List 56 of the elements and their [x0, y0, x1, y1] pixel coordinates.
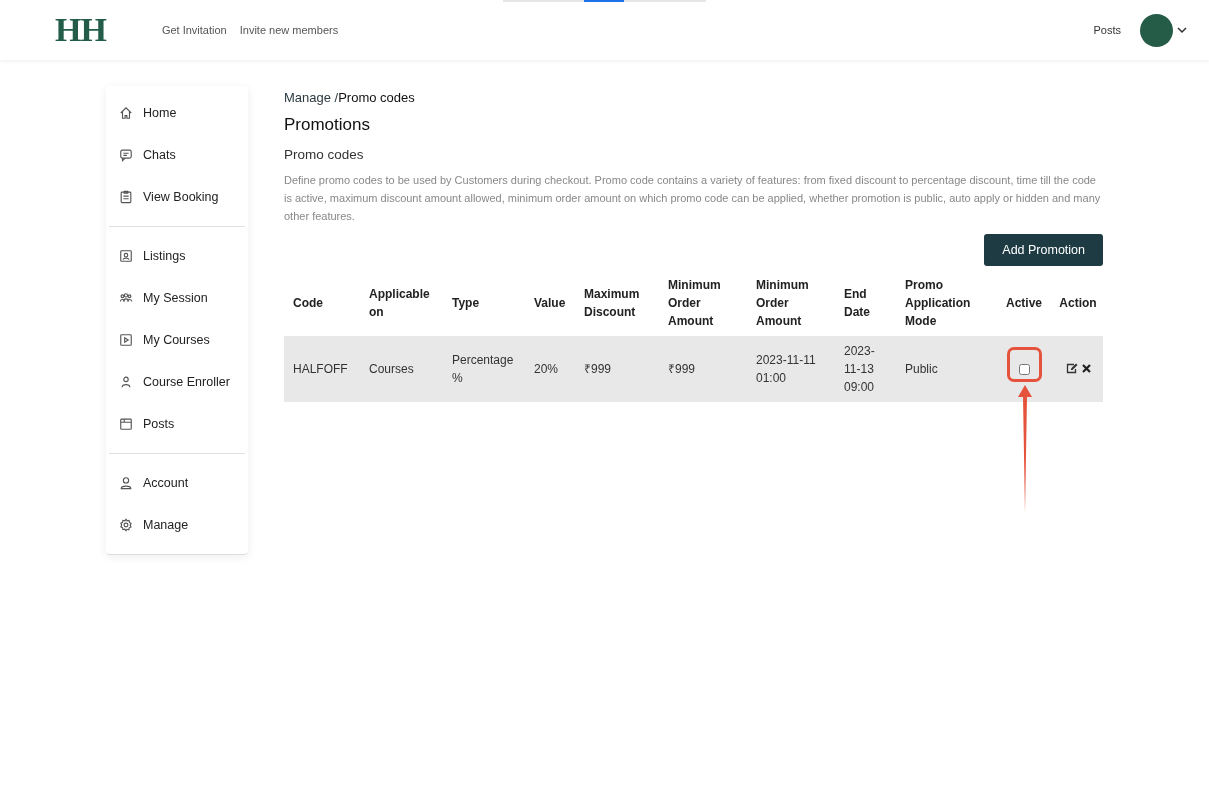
- settings-icon: [119, 518, 133, 532]
- table-cell: 2023-11-11 01:00: [747, 336, 835, 402]
- posts-link[interactable]: Posts: [1093, 24, 1121, 36]
- column-header: Type: [443, 270, 525, 336]
- logo[interactable]: HH: [55, 11, 106, 49]
- column-header: Minimum Order Amount: [659, 270, 747, 336]
- page-title: Promotions: [284, 115, 371, 135]
- calendar-icon: [119, 417, 133, 431]
- avatar[interactable]: [1140, 13, 1173, 47]
- sidebar-item[interactable]: View Booking: [106, 176, 248, 218]
- home-icon: [119, 106, 133, 120]
- table-cell: 2023-11-13 09:00: [835, 336, 896, 402]
- delete-icon[interactable]: [1081, 363, 1091, 373]
- person-icon: [119, 375, 133, 389]
- column-header: Applicable on: [360, 270, 443, 336]
- nav-link[interactable]: Invite new members: [239, 24, 339, 36]
- clipboard-icon: [119, 190, 133, 204]
- column-header: End Date: [835, 270, 896, 336]
- table-cell: Public: [896, 336, 995, 402]
- portrait-icon: [119, 249, 133, 263]
- breadcrumb-link[interactable]: Manage /: [284, 90, 339, 105]
- highlight-box: [1006, 347, 1042, 382]
- column-header: Code: [284, 270, 360, 336]
- column-header: Active: [995, 270, 1050, 336]
- column-header: Value: [525, 270, 575, 336]
- table-cell: Courses: [360, 336, 443, 402]
- people-icon: [119, 291, 133, 305]
- sidebar-item[interactable]: Course Enroller: [106, 361, 248, 403]
- active-checkbox[interactable]: [1018, 364, 1030, 376]
- sidebar-item[interactable]: Manage: [106, 504, 248, 546]
- table-cell: Percentage %: [443, 336, 525, 402]
- breadcrumb-current: Promo codes: [338, 90, 415, 105]
- edit-icon[interactable]: [1065, 362, 1078, 374]
- column-header: Minimum Order Amount: [747, 270, 835, 336]
- sidebar-item[interactable]: My Courses: [106, 319, 248, 361]
- section-title: Promo codes: [284, 147, 365, 162]
- table-cell: ₹999: [659, 336, 747, 402]
- column-header: Promo Application Mode: [896, 270, 995, 336]
- chat-icon: [119, 148, 133, 162]
- description: Define promo codes to be used by Customers during checkout. Promo code contains a variety of features: from fixed discount to percentage discount, time till the code is active, maximum discount amount allowed, minimum order amount on which promo code can be applied, whether promotion is public, auto apply or hidden and many other features.: [284, 173, 1102, 224]
- sidebar-item[interactable]: Account: [106, 462, 248, 504]
- chevron-down-icon[interactable]: [1177, 26, 1187, 34]
- table-cell: HALFOFF: [284, 336, 360, 402]
- sidebar-item[interactable]: My Session: [106, 277, 248, 319]
- table-cell: ₹999: [575, 336, 659, 402]
- sidebar-item[interactable]: Chats: [106, 134, 248, 176]
- sidebar-item[interactable]: Listings: [106, 235, 248, 277]
- play-icon: [119, 333, 133, 347]
- sidebar-item[interactable]: Posts: [106, 403, 248, 445]
- sidebar-item[interactable]: Home: [106, 92, 248, 134]
- add-promotion-button[interactable]: Add Promotion: [984, 234, 1103, 266]
- nav-link[interactable]: Get Invitation: [161, 24, 227, 36]
- account-icon: [119, 476, 133, 490]
- column-header: Action: [1050, 270, 1103, 336]
- column-header: Maximum Discount: [575, 270, 659, 336]
- table-cell: 20%: [525, 336, 575, 402]
